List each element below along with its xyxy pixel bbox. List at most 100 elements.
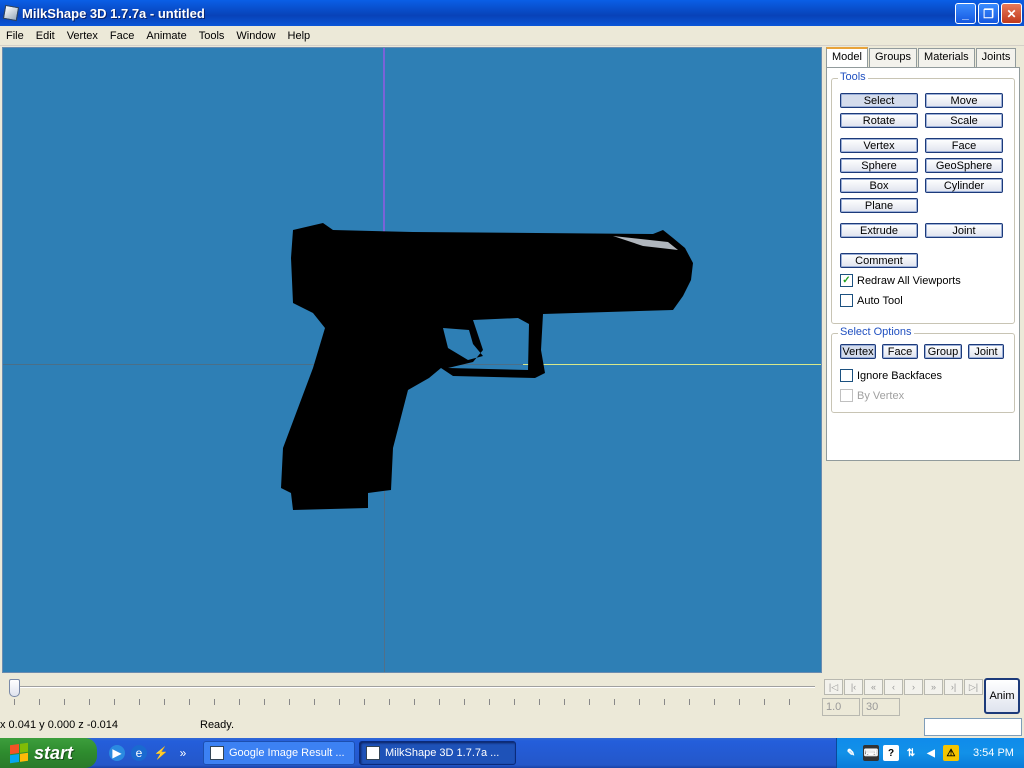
right-panel: Model Groups Materials Joints Tools Sele…	[824, 47, 1024, 673]
start-label: start	[34, 742, 74, 763]
menu-face[interactable]: Face	[104, 30, 140, 42]
checkmark-icon: ✓	[840, 274, 853, 287]
anim-button[interactable]: Anim	[984, 678, 1020, 714]
tab-joints[interactable]: Joints	[975, 48, 1017, 67]
system-tray: ✎ ⌨ ? ⇅ ◀ ⚠ 3:54 PM	[836, 738, 1024, 768]
by-vertex-label: By Vertex	[857, 389, 905, 402]
select-button[interactable]: Select	[840, 93, 918, 108]
total-frames-field[interactable]: 30	[862, 698, 900, 716]
internet-explorer-icon[interactable]: e	[131, 745, 147, 761]
current-frame-field[interactable]: 1.0	[822, 698, 860, 716]
3d-viewport[interactable]	[2, 47, 822, 673]
status-input-field[interactable]	[924, 718, 1022, 736]
box-button[interactable]: Box	[840, 178, 918, 193]
quick-launch: ▶ e ⚡ »	[109, 745, 191, 761]
menu-edit[interactable]: Edit	[30, 30, 61, 42]
timeline-ticks	[14, 699, 814, 705]
milkshape-window-icon	[366, 746, 380, 760]
by-vertex-checkbox: By Vertex	[840, 389, 904, 402]
animation-timeline: |◁ |‹ « ‹ › » ›| ▷| 1.0 30 Anim	[0, 675, 1024, 717]
tab-model[interactable]: Model	[826, 47, 868, 67]
disabled-box-icon	[840, 389, 853, 402]
next-frame-icon[interactable]: ›	[904, 679, 923, 695]
window-controls: _ ❐ ✕	[955, 3, 1022, 24]
fast-forward-icon[interactable]: »	[924, 679, 943, 695]
model-tab-page: Tools Select Move Rotate Scale Vertex Fa…	[826, 67, 1020, 461]
tools-group-label: Tools	[838, 71, 868, 83]
menu-bar: File Edit Vertex Face Animate Tools Wind…	[0, 26, 1024, 46]
tool-icon[interactable]: ✎	[843, 745, 859, 761]
keyboard-icon[interactable]: ⌨	[863, 745, 879, 761]
geosphere-button[interactable]: GeoSphere	[925, 158, 1003, 173]
rewind-icon[interactable]: «	[864, 679, 883, 695]
move-button[interactable]: Move	[925, 93, 1003, 108]
minimize-button[interactable]: _	[955, 3, 976, 24]
menu-window[interactable]: Window	[230, 30, 281, 42]
comment-button[interactable]: Comment	[840, 253, 918, 268]
windows-logo-icon	[10, 742, 28, 764]
pistol-model[interactable]	[273, 218, 703, 518]
windows-taskbar: start ▶ e ⚡ » Google Image Result ... Mi…	[0, 738, 1024, 768]
select-joint-button[interactable]: Joint	[968, 344, 1004, 359]
redraw-all-viewports-label: Redraw All Viewports	[857, 274, 961, 287]
prev-key-icon[interactable]: |‹	[844, 679, 863, 695]
window-title: MilkShape 3D 1.7.7a - untitled	[22, 5, 205, 21]
last-frame-icon[interactable]: ▷|	[964, 679, 983, 695]
title-bar: MilkShape 3D 1.7.7a - untitled _ ❐ ✕	[0, 0, 1024, 26]
scale-button[interactable]: Scale	[925, 113, 1003, 128]
auto-tool-checkbox[interactable]: Auto Tool	[840, 294, 903, 307]
panel-tabs: Model Groups Materials Joints	[824, 47, 1024, 67]
extrude-button[interactable]: Extrude	[840, 223, 918, 238]
chevron-more-icon[interactable]: »	[175, 745, 191, 761]
restore-button[interactable]: ❐	[978, 3, 999, 24]
taskbar-item-label: Google Image Result ...	[229, 747, 345, 759]
taskbar-item-label: MilkShape 3D 1.7.7a ...	[385, 747, 500, 759]
auto-tool-label: Auto Tool	[857, 294, 903, 307]
unchecked-box-icon	[840, 294, 853, 307]
help-icon[interactable]: ?	[883, 745, 899, 761]
ignore-backfaces-label: Ignore Backfaces	[857, 369, 942, 382]
tools-group: Tools Select Move Rotate Scale Vertex Fa…	[831, 71, 1015, 324]
browser-window-icon	[210, 746, 224, 760]
joint-tool-button[interactable]: Joint	[925, 223, 1003, 238]
sphere-button[interactable]: Sphere	[840, 158, 918, 173]
menu-tools[interactable]: Tools	[193, 30, 231, 42]
ignore-backfaces-checkbox[interactable]: Ignore Backfaces	[840, 369, 942, 382]
coordinates-readout: x 0.041 y 0.000 z -0.014	[0, 719, 119, 731]
cylinder-button[interactable]: Cylinder	[925, 178, 1003, 193]
tab-groups[interactable]: Groups	[868, 48, 918, 67]
next-key-icon[interactable]: ›|	[944, 679, 963, 695]
media-player-icon[interactable]: ▶	[109, 745, 125, 761]
prev-frame-icon[interactable]: ‹	[884, 679, 903, 695]
timeline-slider-thumb[interactable]	[9, 679, 20, 697]
timeline-track[interactable]	[10, 686, 815, 688]
milkshape-app-icon[interactable]	[2, 4, 20, 22]
taskbar-item-milkshape[interactable]: MilkShape 3D 1.7.7a ...	[359, 741, 516, 765]
menu-help[interactable]: Help	[282, 30, 317, 42]
select-options-label: Select Options	[838, 326, 914, 338]
select-vertex-button[interactable]: Vertex	[840, 344, 876, 359]
menu-animate[interactable]: Animate	[140, 30, 192, 42]
menu-file[interactable]: File	[0, 30, 30, 42]
y-axis-highlight	[383, 48, 385, 233]
tab-materials[interactable]: Materials	[918, 48, 975, 67]
redraw-all-viewports-checkbox[interactable]: ✓ Redraw All Viewports	[840, 274, 961, 287]
status-text: Ready.	[200, 719, 235, 731]
app-launcher-icon[interactable]: ⚡	[153, 745, 169, 761]
plane-button[interactable]: Plane	[840, 198, 918, 213]
face-tool-button[interactable]: Face	[925, 138, 1003, 153]
close-button[interactable]: ✕	[1001, 3, 1022, 24]
menu-vertex[interactable]: Vertex	[61, 30, 104, 42]
first-frame-icon[interactable]: |◁	[824, 679, 843, 695]
security-icon[interactable]: ⚠	[943, 745, 959, 761]
select-group-button[interactable]: Group	[924, 344, 962, 359]
taskbar-item-browser[interactable]: Google Image Result ...	[203, 741, 355, 765]
back-arrow-icon[interactable]: ◀	[923, 745, 939, 761]
rotate-button[interactable]: Rotate	[840, 113, 918, 128]
clock: 3:54 PM	[973, 747, 1014, 759]
network-icon[interactable]: ⇅	[903, 745, 919, 761]
select-face-button[interactable]: Face	[882, 344, 918, 359]
vertex-tool-button[interactable]: Vertex	[840, 138, 918, 153]
start-button[interactable]: start	[0, 738, 97, 768]
select-options-group: Select Options Vertex Face Group Joint I…	[831, 326, 1015, 413]
